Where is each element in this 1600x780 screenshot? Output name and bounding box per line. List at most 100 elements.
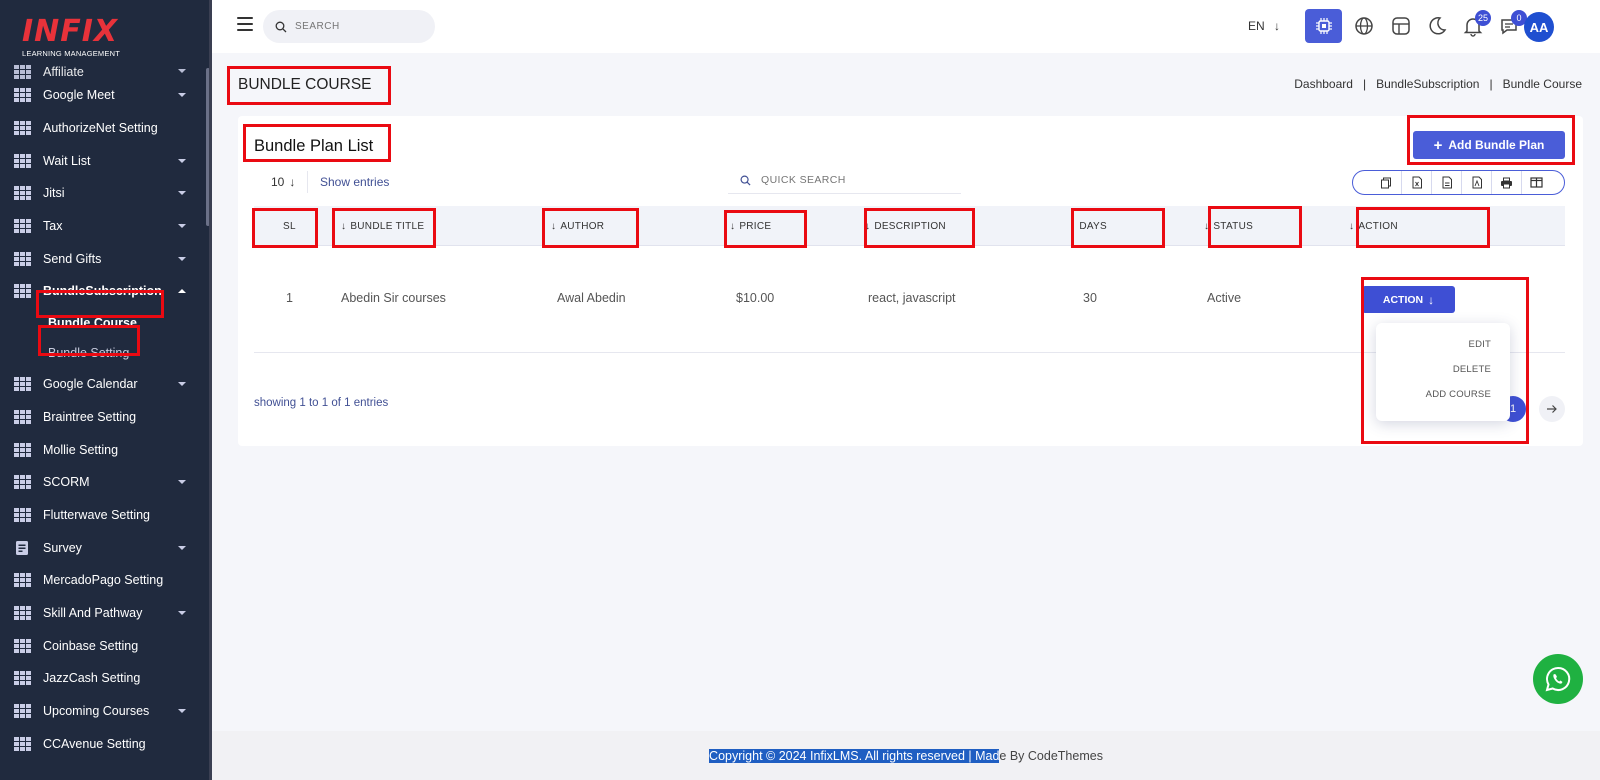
- entries-control: 10 ↓ Show entries: [254, 171, 389, 193]
- column-header-status[interactable]: ↓ STATUS: [1204, 206, 1253, 246]
- sidebar-item-braintree-setting[interactable]: Braintree Setting: [0, 401, 206, 434]
- sort-arrow-icon: ↓: [341, 220, 347, 232]
- caret-down-icon: [178, 93, 186, 98]
- user-avatar[interactable]: AA: [1524, 12, 1554, 42]
- sidebar-item-label: Send Gifts: [43, 251, 102, 266]
- sidebar-item-flutterwave-setting[interactable]: Flutterwave Setting: [0, 499, 206, 532]
- arrow-right-icon: [1547, 405, 1557, 413]
- cell-price: $10.00: [736, 291, 775, 305]
- csv-export-button[interactable]: [1431, 171, 1461, 194]
- printer-icon: [1501, 177, 1512, 188]
- columns-icon: [1530, 177, 1543, 188]
- sidebar-item-google-meet[interactable]: Google Meet: [0, 79, 206, 112]
- entries-per-page-select[interactable]: 10 ↓: [254, 171, 308, 193]
- sidebar-item-tax[interactable]: Tax: [0, 210, 206, 243]
- column-header-days[interactable]: ↓ DAYS: [1070, 206, 1107, 246]
- sidebar-subitem-bundle-setting[interactable]: Bundle Setting: [0, 338, 206, 368]
- whatsapp-chat-button[interactable]: [1533, 654, 1583, 704]
- sidebar-subitem-bundle-course[interactable]: Bundle Course: [0, 308, 206, 338]
- arrow-down-icon: ↓: [1274, 19, 1281, 33]
- column-header-bundle-title[interactable]: ↓ BUNDLE TITLE: [341, 206, 424, 246]
- sidebar-item-coinbase-setting[interactable]: Coinbase Setting: [0, 629, 206, 662]
- breadcrumb-separator: |: [1489, 77, 1493, 91]
- caret-down-icon: [178, 224, 186, 229]
- column-label: DESCRIPTION: [874, 220, 946, 232]
- caret-down-icon: [178, 158, 186, 163]
- print-button[interactable]: [1491, 171, 1521, 194]
- sidebar-item-label: Google Meet: [43, 88, 115, 103]
- search-input[interactable]: [295, 21, 425, 32]
- excel-file-icon: [1412, 176, 1422, 189]
- sidebar-item-label: JazzCash Setting: [43, 671, 141, 686]
- breadcrumb-separator: |: [1362, 77, 1367, 91]
- sidebar-item-ccavenue-setting[interactable]: CCAvenue Setting: [0, 727, 206, 760]
- pagination-next-button[interactable]: [1539, 396, 1565, 422]
- logo-subtitle: LEARNING MANAGEMENT: [22, 49, 120, 58]
- column-label: SL: [283, 220, 296, 232]
- add-bundle-plan-button[interactable]: + Add Bundle Plan: [1413, 131, 1565, 159]
- layout-icon[interactable]: [1389, 14, 1413, 38]
- grid-icon: [14, 442, 31, 457]
- column-header-action[interactable]: ↓ ACTION: [1349, 206, 1398, 246]
- grid-icon: [14, 88, 31, 103]
- sidebar-item-authorizenet-setting[interactable]: AuthorizeNet Setting: [0, 112, 206, 145]
- sidebar-item-wait-list[interactable]: Wait List: [0, 144, 206, 177]
- sidebar-item-google-calendar[interactable]: Google Calendar: [0, 368, 206, 401]
- menu-toggle-icon[interactable]: [237, 17, 253, 31]
- column-label: ACTION: [1358, 220, 1398, 232]
- caret-down-icon: [178, 545, 186, 550]
- infix-logo[interactable]: INFIX LEARNING MANAGEMENT: [22, 16, 132, 62]
- grid-icon: [14, 671, 31, 686]
- pdf-file-icon: [1472, 176, 1482, 189]
- search-icon: [740, 175, 751, 186]
- breadcrumb-dashboard[interactable]: Dashboard: [1294, 77, 1353, 91]
- survey-icon: [14, 540, 31, 555]
- footer: Copyright © 2024 InfixLMS. All rights re…: [212, 731, 1600, 780]
- whatsapp-icon: [1545, 666, 1571, 692]
- sidebar-item-scorm[interactable]: SCORM: [0, 466, 206, 499]
- action-menu-delete[interactable]: DELETE: [1453, 364, 1491, 375]
- sidebar-item-jazzcash-setting[interactable]: JazzCash Setting: [0, 662, 206, 695]
- sidebar-item-mollie-setting[interactable]: Mollie Setting: [0, 433, 206, 466]
- sidebar-item-skill-and-pathway[interactable]: Skill And Pathway: [0, 597, 206, 630]
- sidebar-item-label: CCAvenue Setting: [43, 736, 146, 751]
- sidebar-item-label: Affiliate: [43, 65, 84, 79]
- action-menu-add-course[interactable]: ADD COURSE: [1426, 389, 1491, 400]
- cpu-settings-button[interactable]: [1305, 9, 1342, 43]
- copy-button[interactable]: [1371, 171, 1401, 194]
- globe-icon[interactable]: [1352, 14, 1376, 38]
- caret-down-icon: [178, 610, 186, 615]
- sidebar-item-bundlesubscription[interactable]: BundleSubscription: [0, 275, 206, 308]
- language-selector[interactable]: EN ↓: [1248, 19, 1280, 33]
- copy-icon: [1381, 177, 1391, 188]
- sidebar-divider: [209, 0, 212, 780]
- column-label: DAYS: [1079, 220, 1108, 232]
- sidebar-item-upcoming-courses[interactable]: Upcoming Courses: [0, 695, 206, 728]
- excel-export-button[interactable]: [1401, 171, 1431, 194]
- entries-value: 10: [271, 175, 285, 189]
- dark-mode-icon[interactable]: [1425, 14, 1449, 38]
- grid-icon: [14, 507, 31, 522]
- column-header-price[interactable]: ↓ PRICE: [730, 206, 771, 246]
- cell-author: Awal Abedin: [557, 291, 626, 305]
- sidebar-item-survey[interactable]: Survey: [0, 531, 206, 564]
- sidebar-item-jitsi[interactable]: Jitsi: [0, 177, 206, 210]
- column-header-sl[interactable]: SL: [283, 206, 296, 246]
- pdf-export-button[interactable]: [1461, 171, 1491, 194]
- action-menu-edit[interactable]: EDIT: [1469, 339, 1491, 350]
- column-header-description[interactable]: ↓ DESCRIPTION: [865, 206, 946, 246]
- page-title: BUNDLE COURSE: [238, 76, 372, 93]
- sidebar-item-label: Flutterwave Setting: [43, 507, 150, 522]
- sidebar-item-send-gifts[interactable]: Send Gifts: [0, 242, 206, 275]
- column-visibility-button[interactable]: [1521, 171, 1551, 194]
- grid-icon: [14, 409, 31, 424]
- sidebar-item-label: Google Calendar: [43, 377, 138, 392]
- breadcrumb-bundlesubscription[interactable]: BundleSubscription: [1376, 77, 1479, 91]
- sort-arrow-icon: ↓: [1349, 220, 1355, 232]
- sidebar-item-mercadopago-setting[interactable]: MercadoPago Setting: [0, 564, 206, 597]
- sidebar-item-affiliate[interactable]: Affiliate: [0, 62, 206, 79]
- quick-search-input[interactable]: [761, 174, 941, 186]
- column-header-author[interactable]: ↓ AUTHOR: [551, 206, 604, 246]
- row-action-button[interactable]: ACTION ↓: [1362, 286, 1455, 313]
- column-label: PRICE: [739, 220, 772, 232]
